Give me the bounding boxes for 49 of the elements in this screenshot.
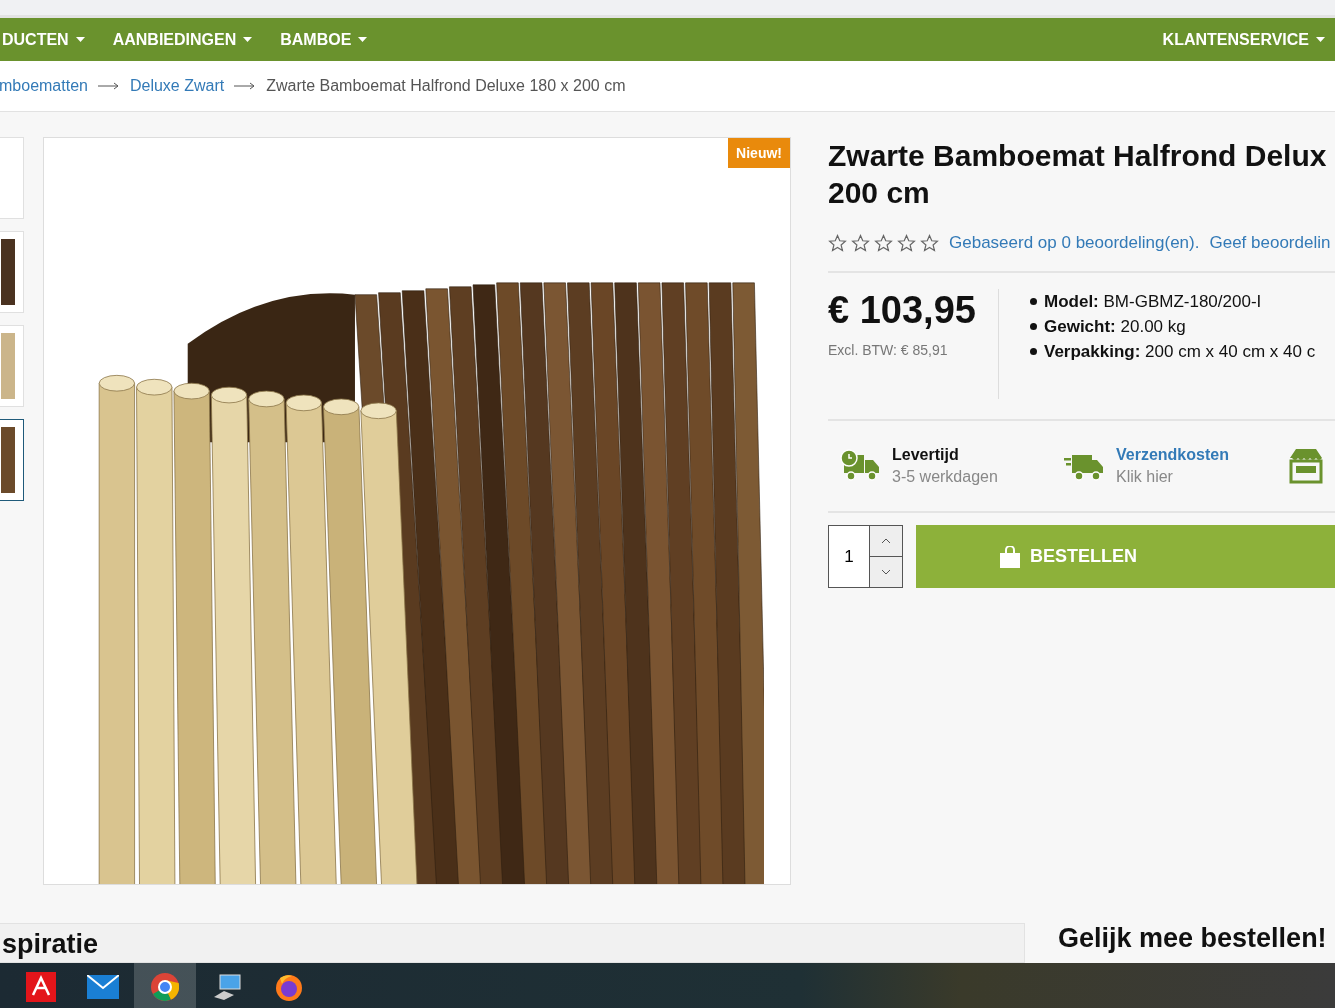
nav-menu-item[interactable]: BAMBOE <box>280 30 368 49</box>
spec-item: Model: BM-GBMZ-180/200-I <box>1044 290 1262 313</box>
order-button[interactable]: BESTELLEN <box>916 525 1335 588</box>
spec-item: Gewicht: 20.00 kg <box>1044 315 1186 338</box>
arrow-icon <box>234 82 257 90</box>
bullet-icon <box>1030 348 1037 355</box>
breadcrumb-current: Zwarte Bamboemat Halfrond Deluxe 180 x 200 cm <box>266 77 626 95</box>
reviews-link[interactable]: Gebaseerd op 0 beoordeling(en). <box>949 233 1200 253</box>
breadcrumb-link[interactable]: Deluxe Zwart <box>129 77 225 95</box>
chrome-icon <box>151 972 179 1001</box>
caret-icon <box>358 37 368 42</box>
nav-menu-item[interactable]: DUCTEN <box>2 30 85 49</box>
delivery-time-label: Levertijd <box>892 446 960 464</box>
chevron-up-icon <box>881 538 891 544</box>
star-icon <box>874 234 893 252</box>
section-heading: spiratie <box>2 928 100 960</box>
chevron-down-icon <box>881 569 891 575</box>
price-excl-vat: Excl. BTW: € 85,91 <box>828 342 949 358</box>
computer-icon <box>212 972 242 1001</box>
decrement-button[interactable] <box>870 556 902 587</box>
star-icon <box>851 234 870 252</box>
product-title: Zwarte Bamboemat Halfrond Delux 200 cm <box>828 138 1328 211</box>
bullet-icon <box>1030 323 1037 330</box>
star-icon <box>828 234 847 252</box>
pdf-reader-icon <box>26 971 56 1002</box>
mail-icon <box>87 974 119 999</box>
write-review-link[interactable]: Geef beoordelin <box>1209 233 1331 253</box>
star-icon <box>897 234 916 252</box>
shop-icon <box>1288 448 1324 484</box>
info-subtitle: Klik hier <box>1116 468 1174 486</box>
spec-item: Verpakking: 200 cm x 40 cm x 40 c <box>1044 340 1316 363</box>
delivery-truck-clock-icon <box>840 449 880 483</box>
nav-menu-item[interactable]: KLANTENSERVICE <box>1162 30 1325 49</box>
shopping-bag-icon <box>1000 545 1020 568</box>
quantity-stepper[interactable]: 1 <box>828 525 903 588</box>
shipping-costs-link[interactable]: Verzendkosten <box>1116 446 1229 464</box>
star-icon <box>920 234 939 252</box>
caret-icon <box>1316 37 1325 42</box>
section-heading: Gelijk mee bestellen! <box>1058 923 1327 954</box>
info-subtitle: 3-5 werkdagen <box>892 468 998 486</box>
caret-icon <box>243 37 253 42</box>
bullet-icon <box>1030 298 1037 305</box>
price: € 103,95 <box>828 289 977 332</box>
taskbar-app-button[interactable] <box>134 963 196 1008</box>
caret-icon <box>75 37 85 42</box>
arrow-icon <box>97 82 120 90</box>
new-badge: Nieuw! <box>728 138 790 168</box>
nav-menu-item[interactable]: AANBIEDINGEN <box>112 30 253 49</box>
breadcrumb-link[interactable]: mboematten <box>0 77 88 95</box>
